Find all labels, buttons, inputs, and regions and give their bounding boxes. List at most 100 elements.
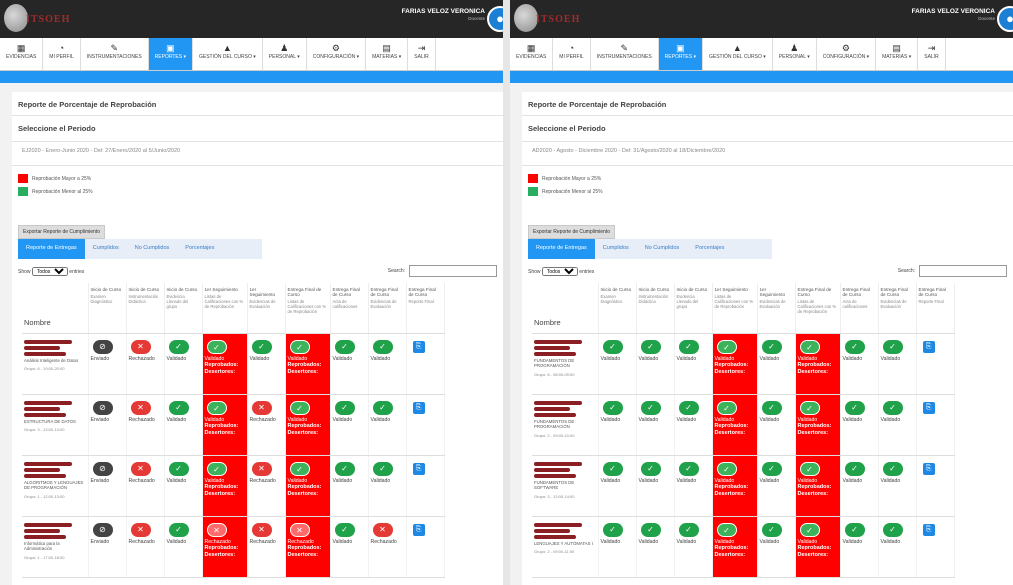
check-icon[interactable]: ✓ <box>289 400 310 415</box>
status-cell[interactable]: ✓ Validado <box>368 333 407 395</box>
user-name[interactable]: FARIAS VELOZ VERONICA Docente <box>402 8 485 21</box>
tab-2[interactable]: No Cumplidos <box>637 239 688 259</box>
report-cell[interactable]: ⎘ <box>406 455 445 517</box>
close-icon[interactable]: ✕ <box>251 522 272 537</box>
search-input[interactable] <box>409 265 497 277</box>
close-icon[interactable]: ✕ <box>251 400 272 415</box>
nav-item-3[interactable]: ▣ REPORTES ▾ <box>148 38 193 70</box>
status-cell[interactable]: ✓ Validado <box>247 333 286 395</box>
status-cell[interactable]: ✓ Validado <box>636 516 675 578</box>
status-cell[interactable]: ✓ Validado <box>598 333 637 395</box>
nav-item-1[interactable]: ◔ MI PERFIL <box>553 38 591 70</box>
check-icon[interactable]: ✓ <box>799 461 820 476</box>
check-icon[interactable]: ✓ <box>289 461 310 476</box>
status-cell-high-failure[interactable]: ✓ Validado Reprobados: Desertores: <box>795 333 841 395</box>
period-select[interactable]: EJ2020 - Enero-Junio 2020 - Del: 27/Ener… <box>12 142 503 166</box>
status-cell[interactable]: ✓ Validado <box>368 394 407 456</box>
report-cell[interactable]: ⎘ <box>406 333 445 395</box>
status-cell[interactable]: ✕ Rechazado <box>126 394 165 456</box>
column-header[interactable]: Inicio de Curso Examen Diagnóstico <box>598 283 637 334</box>
check-icon[interactable]: ✓ <box>640 400 661 415</box>
check-icon[interactable]: ✓ <box>602 461 623 476</box>
report-cell[interactable]: ⎘ <box>406 394 445 456</box>
check-icon[interactable]: ✓ <box>372 400 393 415</box>
status-cell[interactable]: ✕ Rechazado <box>126 455 165 517</box>
nav-item-6[interactable]: ⚙ CONFIGURACIÓN ▾ <box>307 38 367 70</box>
check-icon[interactable]: ✓ <box>716 400 737 415</box>
status-cell[interactable]: ✕ Rechazado <box>247 455 286 517</box>
check-icon[interactable]: ✓ <box>168 461 189 476</box>
column-header[interactable]: Entrega Final de Curso Evidencias de Eval… <box>878 283 917 334</box>
status-cell[interactable]: ✓ Validado <box>636 455 675 517</box>
check-icon[interactable]: ✓ <box>678 461 699 476</box>
column-header[interactable]: Entrega Final de Curso Acta de calificaci… <box>840 283 879 334</box>
nav-item-8[interactable]: ⇥ SALIR <box>918 38 946 70</box>
status-cell[interactable]: ⊘ Enviado <box>88 455 127 517</box>
status-cell[interactable]: ✕ Rechazado <box>247 394 286 456</box>
status-cell[interactable]: ✓ Validado <box>840 333 879 395</box>
nav-item-2[interactable]: ✎ INSTRUMENTACIONES <box>591 38 659 70</box>
status-cell[interactable]: ✓ Validado <box>674 516 713 578</box>
status-cell[interactable]: ✓ Validado <box>878 516 917 578</box>
report-cell[interactable]: ⎘ <box>916 333 955 395</box>
status-cell[interactable]: ✓ Validado <box>330 394 369 456</box>
close-icon[interactable]: ✕ <box>130 400 151 415</box>
user-avatar-icon[interactable]: ● <box>487 6 503 32</box>
status-cell-high-failure[interactable]: ✕ Rechazado Reprobados: Desertores: <box>285 516 331 578</box>
check-icon[interactable]: ✓ <box>251 339 272 354</box>
status-cell[interactable]: ✓ Validado <box>674 333 713 395</box>
close-icon[interactable]: ✕ <box>289 522 310 537</box>
check-icon[interactable]: ✓ <box>678 400 699 415</box>
close-icon[interactable]: ✕ <box>130 461 151 476</box>
close-icon[interactable]: ✕ <box>130 339 151 354</box>
status-cell[interactable]: ✓ Validado <box>878 455 917 517</box>
status-cell[interactable]: ✓ Validado <box>164 516 203 578</box>
status-cell[interactable]: ✓ Validado <box>878 333 917 395</box>
check-icon[interactable]: ✓ <box>640 339 661 354</box>
status-cell-high-failure[interactable]: ✓ Validado Reprobados: Desertores: <box>712 516 758 578</box>
tab-0[interactable]: Reporte de Entregas <box>18 239 85 259</box>
report-cell[interactable]: ⎘ <box>916 455 955 517</box>
column-header[interactable]: Entrega Final de Curso Listas de Califica… <box>795 283 841 334</box>
status-cell[interactable]: ✓ Validado <box>368 455 407 517</box>
nav-item-2[interactable]: ✎ INSTRUMENTACIONES <box>81 38 149 70</box>
check-icon[interactable]: ✓ <box>168 339 189 354</box>
check-icon[interactable]: ✓ <box>882 339 903 354</box>
close-icon[interactable]: ✕ <box>206 522 227 537</box>
check-icon[interactable]: ✓ <box>761 400 782 415</box>
check-icon[interactable]: ✓ <box>678 339 699 354</box>
status-cell[interactable]: ✓ Validado <box>636 394 675 456</box>
nav-item-5[interactable]: ♟ PERSONAL ▾ <box>773 38 817 70</box>
status-cell[interactable]: ✓ Validado <box>636 333 675 395</box>
user-avatar-icon[interactable]: ● <box>997 6 1013 32</box>
status-cell[interactable]: ✓ Validado <box>598 455 637 517</box>
tab-1[interactable]: Cumplidos <box>85 239 127 259</box>
check-icon[interactable]: ✓ <box>799 400 820 415</box>
status-cell[interactable]: ✓ Validado <box>840 455 879 517</box>
status-cell-high-failure[interactable]: ✓ Validado Reprobados: Desertores: <box>202 455 248 517</box>
nav-item-0[interactable]: ▦ EVIDENCIAS <box>510 38 554 70</box>
status-cell[interactable]: ✓ Validado <box>598 516 637 578</box>
document-icon[interactable]: ⎘ <box>412 401 425 414</box>
status-cell[interactable]: ✓ Validado <box>674 394 713 456</box>
check-icon[interactable]: ✓ <box>799 522 820 537</box>
check-icon[interactable]: ✓ <box>206 339 227 354</box>
status-cell[interactable]: ✓ Validado <box>164 333 203 395</box>
check-icon[interactable]: ✓ <box>799 339 820 354</box>
status-cell-high-failure[interactable]: ✓ Validado Reprobados: Desertores: <box>712 333 758 395</box>
check-icon[interactable]: ✓ <box>289 339 310 354</box>
status-cell-high-failure[interactable]: ✕ Rechazado Reprobados: Desertores: <box>202 516 248 578</box>
check-icon[interactable]: ✓ <box>334 400 355 415</box>
column-header[interactable]: Entrega Final de Curso Acta de calificaci… <box>330 283 369 334</box>
status-cell[interactable]: ✕ Rechazado <box>126 333 165 395</box>
status-cell[interactable]: ✓ Validado <box>878 394 917 456</box>
status-cell[interactable]: ✕ Rechazado <box>247 516 286 578</box>
close-icon[interactable]: ✕ <box>372 522 393 537</box>
document-icon[interactable]: ⎘ <box>412 523 425 536</box>
sent-icon[interactable]: ⊘ <box>92 461 113 476</box>
column-header[interactable]: 1er Seguimiento Evidencias de Evaluación <box>247 283 286 334</box>
nav-item-7[interactable]: ▤ MATERIAS ▾ <box>366 38 409 70</box>
check-icon[interactable]: ✓ <box>602 522 623 537</box>
check-icon[interactable]: ✓ <box>206 400 227 415</box>
check-icon[interactable]: ✓ <box>882 461 903 476</box>
